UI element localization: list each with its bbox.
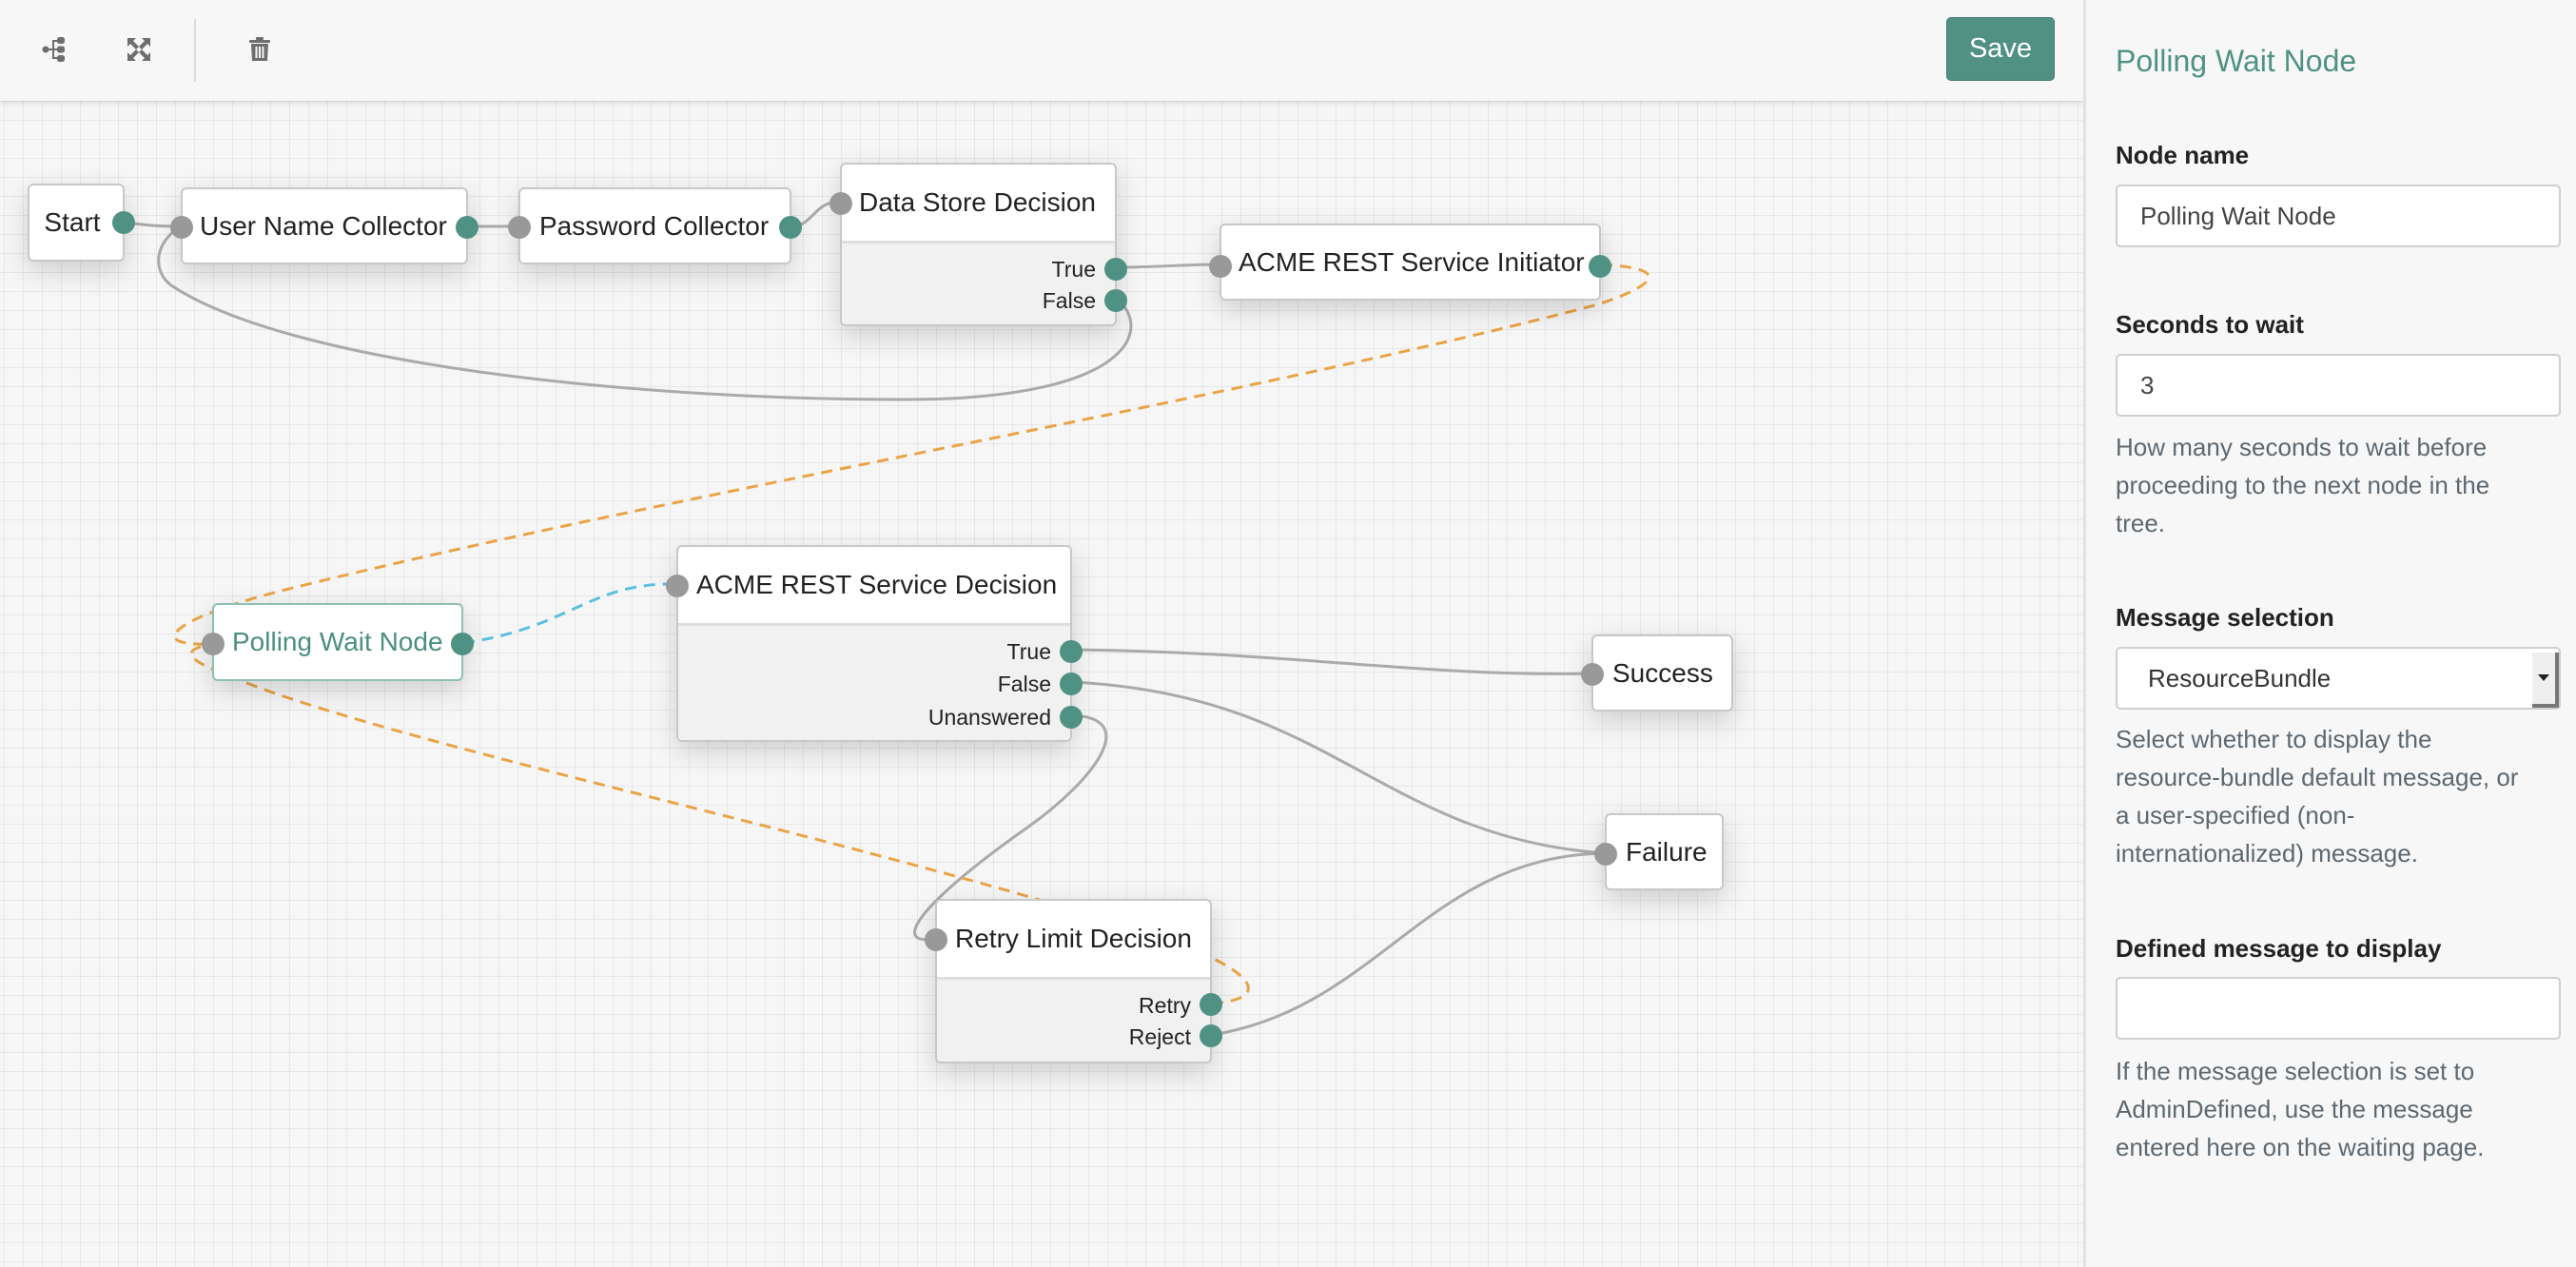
output-port-false[interactable] xyxy=(1104,289,1127,312)
fullscreen-button[interactable] xyxy=(116,27,162,72)
fullscreen-icon xyxy=(127,38,150,61)
node-data-store-decision[interactable]: Data Store Decision True False xyxy=(829,163,1127,326)
tree-canvas[interactable]: Save Start User Name Collector Password … xyxy=(0,0,2083,1267)
toolbar-divider xyxy=(194,19,196,82)
outcome-label: Unanswered xyxy=(927,705,1051,730)
node-polling-wait[interactable]: Polling Wait Node xyxy=(202,603,474,681)
node-title: ACME REST Service Decision xyxy=(696,570,1058,599)
seconds-to-wait-label: Seconds to wait xyxy=(2116,310,2304,339)
seconds-to-wait-help: How many seconds to wait before proceedi… xyxy=(2116,433,2490,537)
node-outcomes: True False xyxy=(842,241,1115,324)
link-datastore-true-to-initiator[interactable] xyxy=(1115,263,1220,269)
defined-message-help: If the message selection is set to Admin… xyxy=(2116,1057,2485,1161)
node-properties-panel: Polling Wait Node Node name Polling Wait… xyxy=(2083,0,2576,1267)
trash-icon xyxy=(249,37,270,61)
node-title: Data Store Decision xyxy=(859,187,1097,217)
node-title: Start xyxy=(44,207,101,237)
output-port[interactable] xyxy=(456,216,478,239)
outcome-label: Reject xyxy=(1128,1024,1191,1049)
tree-editor: Save Start User Name Collector Password … xyxy=(0,0,2576,1267)
toolbar: Save xyxy=(0,0,2083,101)
link-acme-true-to-success[interactable] xyxy=(1071,648,1592,675)
node-title: Retry Limit Decision xyxy=(955,924,1192,953)
node-title: User Name Collector xyxy=(200,210,447,241)
input-port[interactable] xyxy=(202,633,224,655)
input-port[interactable] xyxy=(829,192,852,215)
message-selection-help: Select whether to display the resource-b… xyxy=(2116,725,2519,867)
output-port-unanswered[interactable] xyxy=(1060,706,1083,729)
node-start[interactable]: Start xyxy=(28,184,135,262)
link-acme-false-to-failure[interactable] xyxy=(1071,680,1606,855)
input-port[interactable] xyxy=(508,216,531,239)
message-selection-select[interactable]: ResourceBundle xyxy=(2116,647,2561,710)
output-port[interactable] xyxy=(779,216,802,239)
node-title: Password Collector xyxy=(539,210,770,241)
node-title: Polling Wait Node xyxy=(232,627,443,656)
link-polling-to-acme-decision[interactable] xyxy=(462,582,677,645)
input-port[interactable] xyxy=(1594,843,1617,866)
message-selection-value: ResourceBundle xyxy=(2148,663,2332,692)
node-password-collector[interactable]: Password Collector xyxy=(508,187,802,264)
output-port[interactable] xyxy=(451,633,474,655)
input-port[interactable] xyxy=(666,575,689,597)
seconds-to-wait-input[interactable]: 3 xyxy=(2116,354,2561,417)
node-outcomes: Retry Reject xyxy=(937,977,1210,1062)
node-name-label: Node name xyxy=(2116,141,2250,169)
tree-layout-icon xyxy=(42,37,65,62)
output-port-reject[interactable] xyxy=(1200,1024,1222,1047)
node-title: ACME REST Service Initiator xyxy=(1239,246,1585,277)
node-title: Success xyxy=(1612,657,1713,688)
input-port[interactable] xyxy=(170,216,193,239)
node-user-name-collector[interactable]: User Name Collector xyxy=(170,187,478,264)
dropdown-toggle[interactable] xyxy=(2532,653,2559,708)
outcome-label: False xyxy=(997,672,1051,696)
defined-message-input[interactable] xyxy=(2116,977,2561,1040)
caret-down-icon xyxy=(2538,674,2549,681)
input-port[interactable] xyxy=(1581,663,1604,686)
output-port[interactable] xyxy=(112,211,135,234)
output-port-false[interactable] xyxy=(1060,672,1083,695)
node-acme-rest-service-decision[interactable]: ACME REST Service Decision True False Un… xyxy=(666,545,1083,742)
node-name-input[interactable]: Polling Wait Node xyxy=(2116,185,2561,247)
outcome-label: True xyxy=(1051,257,1096,282)
input-port[interactable] xyxy=(925,928,947,951)
tree-layout-button[interactable] xyxy=(32,27,78,72)
defined-message-label: Defined message to display xyxy=(2116,934,2442,963)
panel-title: Polling Wait Node xyxy=(2116,44,2357,78)
output-port-true[interactable] xyxy=(1104,258,1127,281)
node-acme-rest-service-initiator[interactable]: ACME REST Service Initiator xyxy=(1209,224,1611,301)
save-button[interactable]: Save xyxy=(1946,17,2055,81)
node-success[interactable]: Success xyxy=(1581,634,1733,711)
node-outcomes: True False Unanswered xyxy=(678,623,1070,740)
output-port-true[interactable] xyxy=(1060,640,1083,663)
outcome-label: Retry xyxy=(1139,993,1191,1018)
link-retry-reject-to-failure[interactable] xyxy=(1211,851,1606,1037)
node-retry-limit-decision[interactable]: Retry Limit Decision Retry Reject xyxy=(925,899,1222,1063)
output-port-retry[interactable] xyxy=(1200,993,1222,1016)
outcome-label: True xyxy=(1006,639,1051,664)
input-port[interactable] xyxy=(1209,255,1232,278)
node-failure[interactable]: Failure xyxy=(1594,813,1724,890)
node-title: Failure xyxy=(1626,836,1708,867)
message-selection-label: Message selection xyxy=(2116,603,2334,632)
delete-node-button[interactable] xyxy=(237,27,283,72)
output-port[interactable] xyxy=(1589,255,1611,278)
outcome-label: False xyxy=(1042,288,1096,313)
